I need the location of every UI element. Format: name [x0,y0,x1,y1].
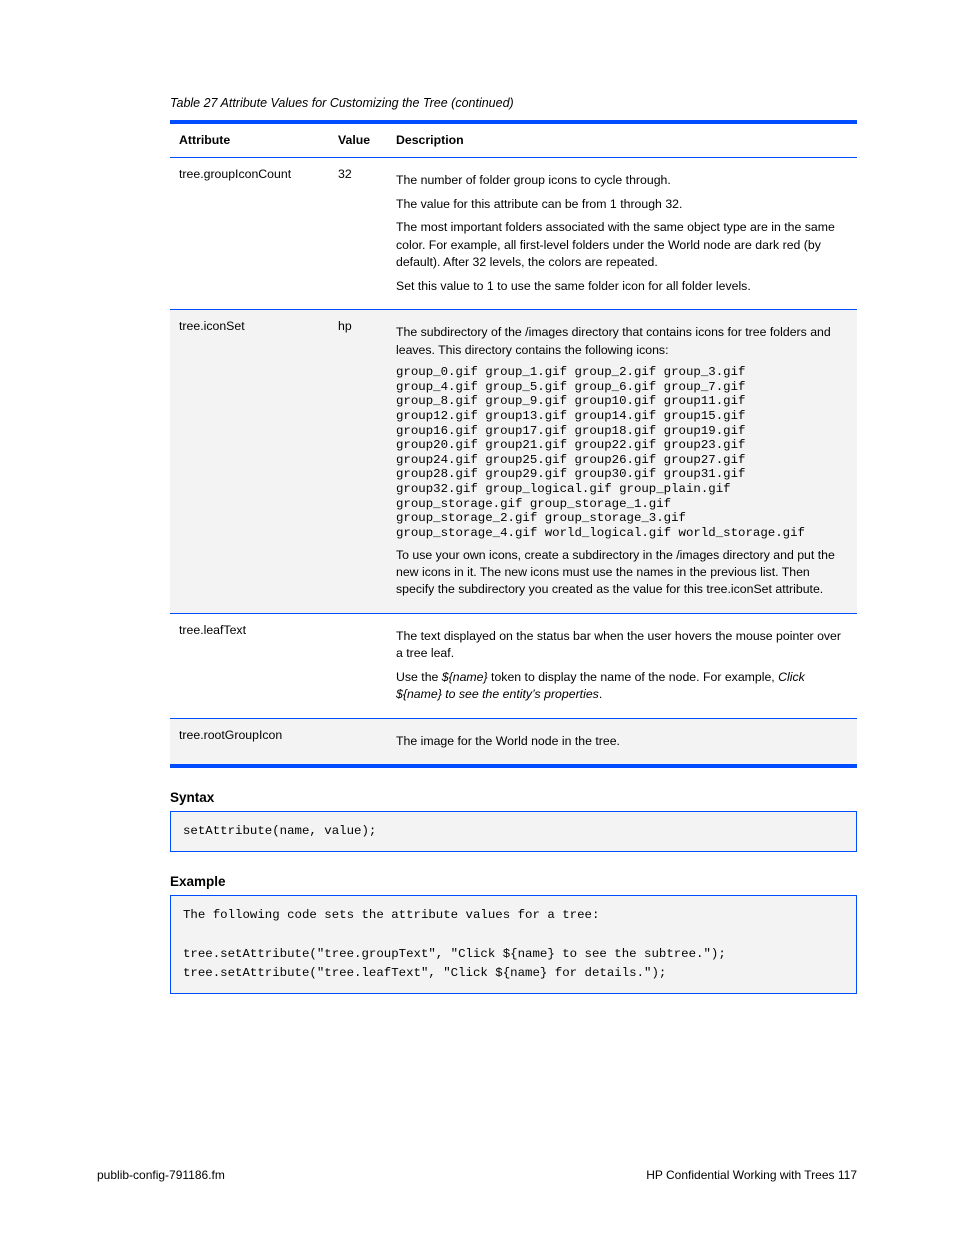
table-row: tree.leafText The text displayed on the … [170,613,857,718]
footer-left: publib-config-791186.fm [97,1168,225,1182]
desc-before: The text displayed on the status bar whe… [396,628,848,663]
col-description: Description [387,122,857,158]
desc-line: The number of folder group icons to cycl… [396,172,848,189]
table-caption-continued: Table 27 Attribute Values for Customizin… [170,96,857,110]
desc-after: To use your own icons, create a subdirec… [396,547,848,599]
example-heading: Example [170,874,857,889]
desc-line: Set this value to 1 to use the same fold… [396,278,848,295]
cell-attr: tree.rootGroupIcon [170,718,329,766]
footer-right: HP Confidential Working with Trees 117 [646,1168,857,1182]
table-row: tree.groupIconCount 32 The number of fol… [170,158,857,310]
table-row: tree.rootGroupIcon The image for the Wor… [170,718,857,766]
col-value: Value [329,122,387,158]
desc-line: The value for this attribute can be from… [396,196,848,213]
col-attribute: Attribute [170,122,329,158]
cell-attr: tree.iconSet [170,310,329,614]
table-row: tree.iconSet hp The subdirectory of the … [170,310,857,614]
example-code-box: The following code sets the attribute va… [170,895,857,994]
cell-attr: tree.groupIconCount [170,158,329,310]
icon-file-list: group_0.gif group_1.gif group_2.gif grou… [396,365,848,541]
cell-value: 32 [329,158,387,310]
cell-desc: The number of folder group icons to cycl… [387,158,857,310]
desc-line: The most important folders associated wi… [396,219,848,271]
desc-before: The subdirectory of the /images director… [396,324,848,359]
cell-value [329,718,387,766]
cell-desc: The text displayed on the status bar whe… [387,613,857,718]
syntax-heading: Syntax [170,790,857,805]
cell-desc: The subdirectory of the /images director… [387,310,857,614]
desc-line: The image for the World node in the tree… [396,733,848,750]
cell-value [329,613,387,718]
attributes-table: Attribute Value Description tree.groupIc… [170,120,857,768]
desc-after: Use the ${name} token to display the nam… [396,669,848,704]
cell-attr: tree.leafText [170,613,329,718]
syntax-code-box: setAttribute(name, value); [170,811,857,852]
table-header-row: Attribute Value Description [170,122,857,158]
cell-value: hp [329,310,387,614]
cell-desc: The image for the World node in the tree… [387,718,857,766]
